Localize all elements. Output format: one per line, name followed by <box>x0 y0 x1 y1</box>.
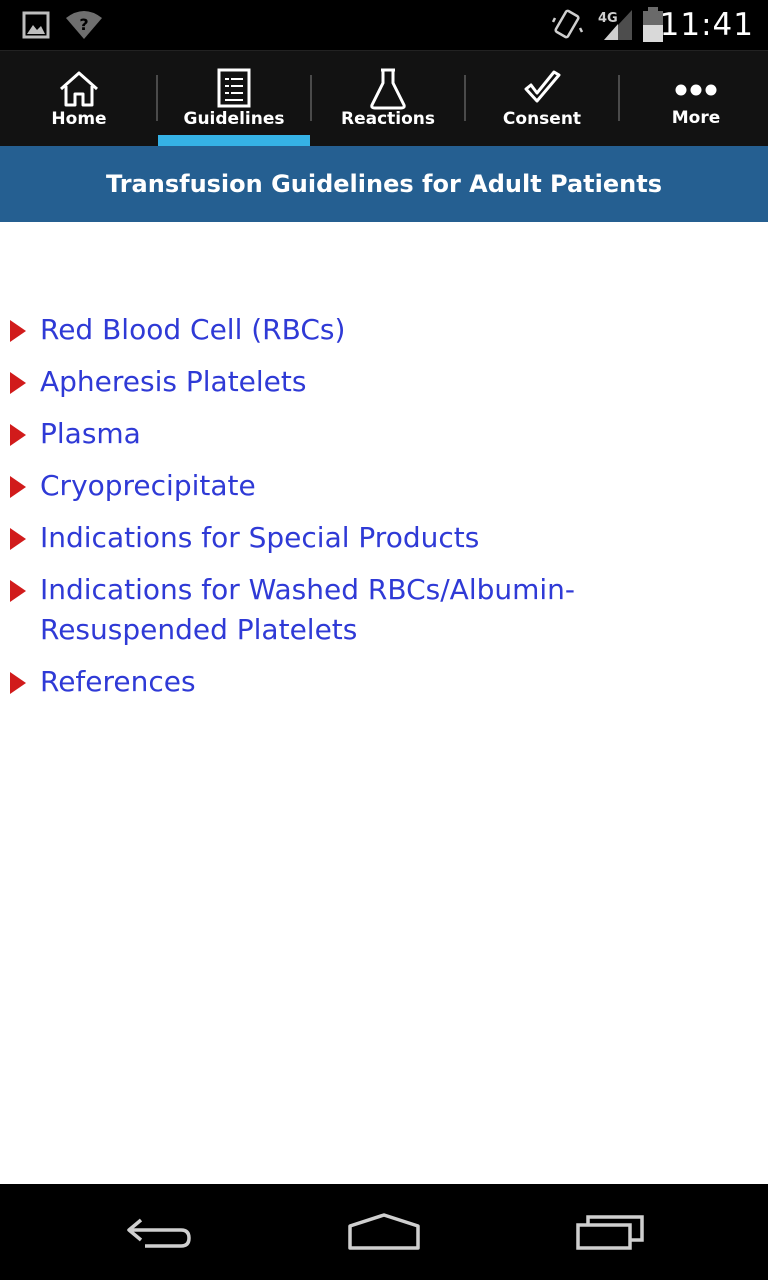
flask-icon <box>370 68 406 110</box>
guidelines-icon <box>217 68 251 108</box>
tab-bar: Home Guidelines Reactions Consent More <box>0 50 768 147</box>
guideline-link-cryoprecipitate[interactable]: Cryoprecipitate <box>40 466 748 506</box>
home-nav-icon <box>348 1213 420 1250</box>
red-arrow-icon <box>10 672 26 694</box>
tab-more[interactable]: More <box>619 51 768 147</box>
list-item: Red Blood Cell (RBCs) <box>0 310 768 350</box>
list-item: Indications for Special Products <box>0 518 768 558</box>
more-dots-icon <box>675 84 717 96</box>
status-bar: ? 4G 11:41 <box>0 0 768 50</box>
guideline-link-special-products[interactable]: Indications for Special Products <box>40 518 748 558</box>
tab-more-label: More <box>671 108 721 128</box>
system-nav-bar <box>0 1184 768 1280</box>
guideline-link-washed-rbcs[interactable]: Indications for Washed RBCs/Albumin-Resu… <box>40 570 748 650</box>
checkmark-icon <box>524 70 561 103</box>
image-notification-icon <box>22 11 50 39</box>
recent-apps-button[interactable] <box>530 1184 690 1280</box>
red-arrow-icon <box>10 580 26 602</box>
guideline-list: Red Blood Cell (RBCs) Apheresis Platelet… <box>0 310 768 714</box>
red-arrow-icon <box>10 372 26 394</box>
svg-text:?: ? <box>79 15 88 34</box>
wifi-unknown-icon: ? <box>66 11 102 39</box>
red-arrow-icon <box>10 320 26 342</box>
red-arrow-icon <box>10 476 26 498</box>
guideline-link-rbcs[interactable]: Red Blood Cell (RBCs) <box>40 310 748 350</box>
guideline-link-references[interactable]: References <box>40 662 748 702</box>
signal-icon: 4G <box>598 10 632 40</box>
list-item: Apheresis Platelets <box>0 362 768 402</box>
network-type-label: 4G <box>598 11 618 26</box>
back-icon <box>127 1218 191 1248</box>
page-title: Transfusion Guidelines for Adult Patient… <box>105 170 662 198</box>
tab-consent[interactable]: Consent <box>465 51 619 147</box>
red-arrow-icon <box>10 528 26 550</box>
tab-guidelines-label: Guidelines <box>183 109 285 129</box>
home-button[interactable] <box>304 1184 464 1280</box>
list-item: Indications for Washed RBCs/Albumin-Resu… <box>0 570 768 650</box>
tab-reactions-label: Reactions <box>340 109 436 129</box>
tab-consent-label: Consent <box>502 109 582 129</box>
page-header: Transfusion Guidelines for Adult Patient… <box>0 146 768 222</box>
list-item: Cryoprecipitate <box>0 466 768 506</box>
back-button[interactable] <box>80 1184 240 1280</box>
vibrate-icon <box>552 9 584 39</box>
tab-home-label: Home <box>51 109 107 129</box>
guideline-link-apheresis-platelets[interactable]: Apheresis Platelets <box>40 362 748 402</box>
red-arrow-icon <box>10 424 26 446</box>
tab-home[interactable]: Home <box>2 51 156 147</box>
clock: 11:41 <box>659 7 754 43</box>
recent-apps-icon <box>576 1215 644 1250</box>
tab-guidelines[interactable]: Guidelines <box>157 51 311 147</box>
list-item: References <box>0 662 768 702</box>
home-icon <box>60 71 98 107</box>
guideline-link-plasma[interactable]: Plasma <box>40 414 748 454</box>
tab-reactions[interactable]: Reactions <box>311 51 465 147</box>
list-item: Plasma <box>0 414 768 454</box>
